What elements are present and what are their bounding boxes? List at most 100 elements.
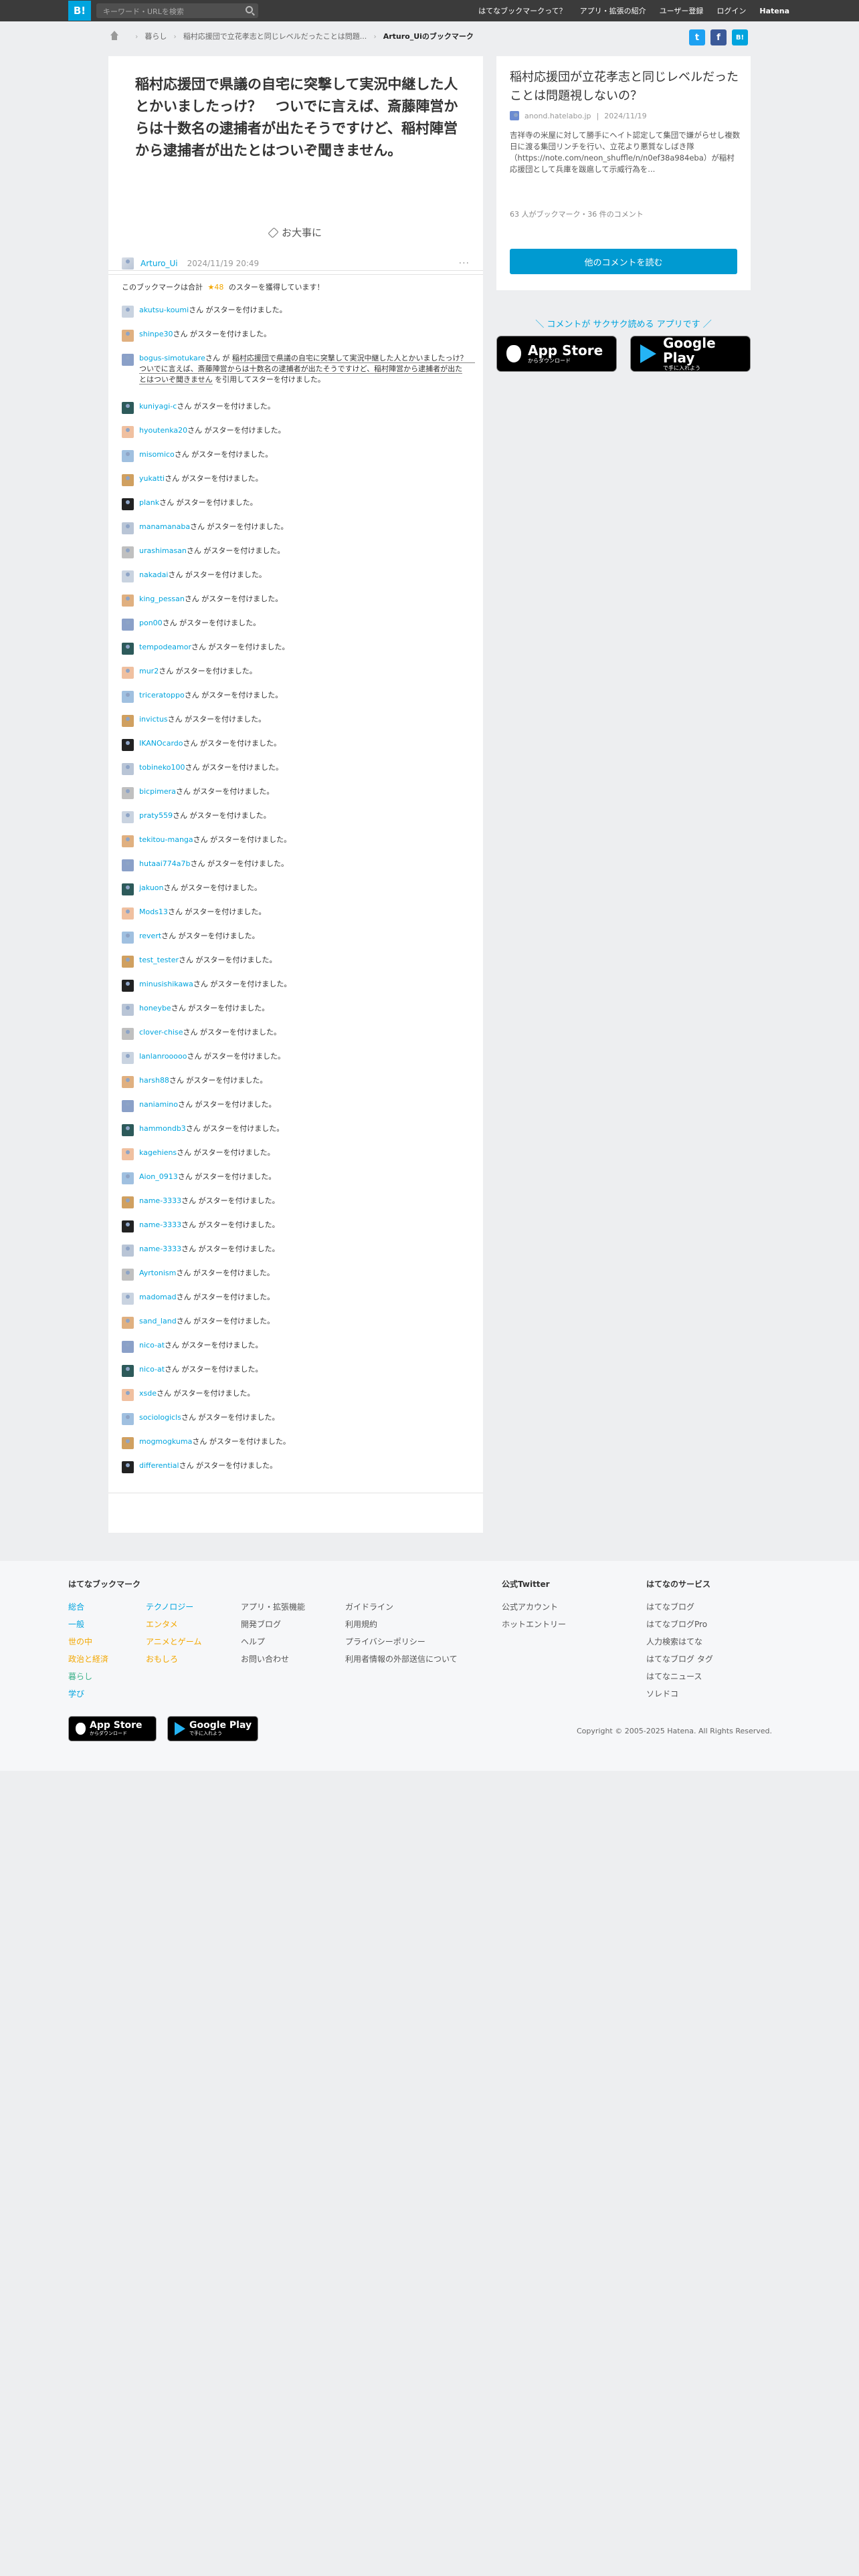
star-user-name[interactable]: nico-at (139, 1365, 165, 1374)
avatar[interactable] (122, 883, 134, 895)
avatar[interactable] (122, 1220, 134, 1232)
breadcrumb-entry[interactable]: 稲村応援団で立花孝志と同じレベルだったことは問題... (183, 31, 367, 41)
footer-link-guideline[interactable]: ガイドライン (345, 1598, 458, 1616)
star-user-name[interactable]: misomico (139, 450, 175, 459)
avatar[interactable] (122, 1365, 134, 1377)
avatar[interactable] (122, 402, 134, 414)
footer-link-privacy[interactable]: プライバシーポリシー (345, 1633, 458, 1650)
avatar[interactable] (122, 932, 134, 944)
star-user-name[interactable]: yukatti (139, 474, 165, 483)
avatar[interactable] (122, 619, 134, 631)
footer-app-store-button[interactable]: App Store からダウンロード (68, 1716, 157, 1741)
star-user-name[interactable]: honeybe (139, 1004, 171, 1012)
footer-link-knowledge[interactable]: 学び (68, 1685, 140, 1703)
star-user-name[interactable]: pon00 (139, 619, 163, 627)
star-user-name[interactable]: tobineko100 (139, 763, 185, 772)
avatar[interactable] (122, 1413, 134, 1425)
star-user-name[interactable]: hammondb3 (139, 1124, 186, 1133)
star-user-name[interactable]: IKANOcardo (139, 739, 183, 748)
avatar[interactable] (122, 907, 134, 920)
star-user-name[interactable]: kuniyagi-c (139, 402, 177, 411)
footer-link-it[interactable]: テクノロジー (146, 1598, 201, 1616)
star-user-name[interactable]: madomad (139, 1293, 177, 1301)
star-user-name[interactable]: tempodeamor (139, 643, 191, 651)
avatar[interactable] (122, 570, 134, 582)
star-user-name[interactable]: tekitou-manga (139, 835, 193, 844)
search-input[interactable]: キーワード・URLを検索 (96, 3, 258, 18)
star-user-name[interactable]: xsde (139, 1389, 157, 1398)
avatar[interactable] (122, 691, 134, 703)
avatar[interactable] (122, 1124, 134, 1136)
star-user-name[interactable]: sociologicls (139, 1413, 181, 1422)
avatar[interactable] (122, 546, 134, 558)
avatar[interactable] (122, 1317, 134, 1329)
avatar[interactable] (122, 1196, 134, 1208)
avatar[interactable] (122, 1245, 134, 1257)
avatar[interactable] (122, 643, 134, 655)
avatar[interactable] (122, 354, 134, 366)
star-user-name[interactable]: name-3333 (139, 1220, 181, 1229)
avatar[interactable] (122, 1461, 134, 1473)
bookmark-date[interactable]: 2024/11/19 20:49 (187, 259, 260, 268)
star-user-name[interactable]: naniamino (139, 1100, 178, 1109)
star-user-name[interactable]: plank (139, 498, 159, 507)
footer-link-game[interactable]: アニメとゲーム (146, 1633, 201, 1650)
more-icon[interactable]: ··· (459, 258, 470, 269)
footer-link-apps[interactable]: アプリ・拡張機能 (241, 1598, 305, 1616)
avatar[interactable] (122, 763, 134, 775)
star-user-name[interactable]: nakadai (139, 570, 168, 579)
star-user-name[interactable]: Aion_0913 (139, 1172, 178, 1181)
footer-link-entertainment[interactable]: エンタメ (146, 1616, 201, 1633)
star-user-name[interactable]: revert (139, 932, 161, 940)
avatar[interactable] (122, 667, 134, 679)
hatena-bookmark-logo[interactable]: B! (68, 1, 91, 21)
footer-link-blogpro[interactable]: はてなブログPro (646, 1616, 713, 1633)
avatar[interactable] (122, 1100, 134, 1112)
footer-link-blogtag[interactable]: はてなブログ タグ (646, 1650, 713, 1668)
breadcrumb-category[interactable]: 暮らし (145, 31, 167, 41)
footer-google-play-button[interactable]: Google Play で手に入れよう (167, 1716, 258, 1741)
hatena-share-icon[interactable]: B! (732, 29, 748, 45)
avatar[interactable] (122, 522, 134, 534)
daiji-button[interactable]: お大事に (268, 225, 322, 239)
avatar[interactable] (122, 1389, 134, 1401)
footer-link-terms[interactable]: 利用規約 (345, 1616, 458, 1633)
author-name[interactable]: Arturo_Ui (140, 259, 178, 268)
footer-link-soredoko[interactable]: ソレドコ (646, 1685, 713, 1703)
nav-signup[interactable]: ユーザー登録 (660, 5, 704, 16)
footer-link-help[interactable]: ヘルプ (241, 1633, 305, 1650)
footer-link-contact[interactable]: お問い合わせ (241, 1650, 305, 1668)
nav-apps[interactable]: アプリ・拡張の紹介 (580, 5, 646, 16)
avatar[interactable] (122, 787, 134, 799)
footer-link-official[interactable]: 公式アカウント (502, 1598, 566, 1616)
footer-link-life[interactable]: 暮らし (68, 1668, 140, 1685)
avatar[interactable] (122, 1028, 134, 1040)
star-user-name[interactable]: mur2 (139, 667, 159, 675)
avatar[interactable] (122, 1148, 134, 1160)
google-play-button[interactable]: Google Play で手に入れよう (630, 336, 751, 372)
star-user-name[interactable]: bogus-simotukare (139, 354, 205, 362)
footer-link-blog[interactable]: はてなブログ (646, 1598, 713, 1616)
app-store-button[interactable]: App Store からダウンロード (496, 336, 617, 372)
star-user-name[interactable]: lanlanrooooo (139, 1052, 187, 1061)
star-user-name[interactable]: sand_land (139, 1317, 177, 1325)
star-user-name[interactable]: triceratoppo (139, 691, 185, 700)
avatar[interactable] (122, 859, 134, 871)
search-icon[interactable] (246, 6, 253, 13)
nav-about[interactable]: はてなブックマークって？ (478, 5, 566, 16)
footer-link-question[interactable]: 人力検索はてな (646, 1633, 713, 1650)
star-user-name[interactable]: name-3333 (139, 1245, 181, 1253)
star-user-name[interactable]: king_pessan (139, 595, 185, 603)
footer-link-devblog[interactable]: 開発ブログ (241, 1616, 305, 1633)
avatar[interactable] (122, 474, 134, 486)
avatar[interactable] (122, 739, 134, 751)
avatar[interactable] (122, 257, 134, 270)
star-user-name[interactable]: differential (139, 1461, 179, 1470)
star-user-name[interactable]: harsh88 (139, 1076, 169, 1085)
facebook-share-icon[interactable]: f (710, 29, 727, 45)
avatar[interactable] (122, 980, 134, 992)
star-user-name[interactable]: akutsu-koumi (139, 306, 189, 314)
star-user-name[interactable]: invictus (139, 715, 168, 724)
avatar[interactable] (122, 1269, 134, 1281)
avatar[interactable] (122, 811, 134, 823)
